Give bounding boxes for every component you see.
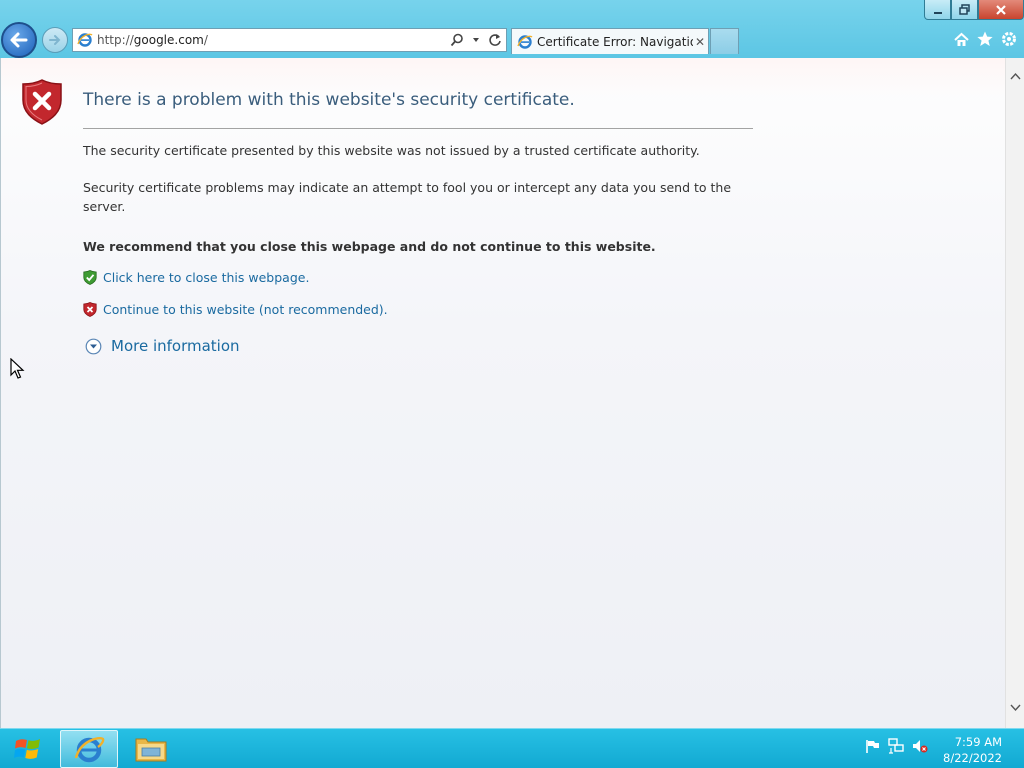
continue-to-website-link[interactable]: Continue to this website (not recommende… (83, 302, 388, 317)
home-icon (953, 32, 969, 46)
clock-time: 7:59 AM (954, 735, 1002, 749)
green-shield-check-icon (83, 270, 97, 285)
network-icon (888, 738, 904, 754)
security-error-shield-icon (22, 79, 62, 125)
taskbar-file-explorer[interactable] (124, 730, 178, 768)
address-bar[interactable]: http://google.com/ (72, 28, 507, 52)
tab-title: Certificate Error: Navigation... (537, 34, 693, 49)
network-button[interactable] (888, 738, 904, 754)
browser-toolbar: http://google.com/ Certificate Error: Na… (0, 0, 1024, 58)
continue-to-website-link-text[interactable]: Continue to this website (not recommende… (103, 302, 388, 317)
taskbar: 7:59 AM 8/22/2022 (0, 728, 1024, 768)
action-center-flag-icon (865, 739, 879, 753)
red-shield-x-icon (83, 302, 97, 317)
volume-muted-icon (913, 740, 928, 753)
back-arrow-icon (10, 32, 28, 48)
volume-button[interactable] (912, 738, 928, 754)
search-button[interactable] (449, 32, 465, 48)
address-dropdown-button[interactable] (468, 32, 484, 48)
refresh-icon (489, 34, 501, 46)
back-button[interactable] (1, 22, 37, 58)
close-window-button[interactable] (978, 0, 1024, 20)
mouse-pointer-icon (10, 358, 25, 379)
more-information-toggle[interactable]: More information (85, 337, 240, 355)
close-icon (996, 4, 1006, 15)
scroll-up-arrow-icon[interactable] (1010, 72, 1021, 80)
system-tray (864, 738, 928, 754)
search-icon (450, 33, 463, 47)
url-prefix: http:// (97, 33, 134, 47)
clock-date: 8/22/2022 (943, 751, 1002, 765)
more-information-text[interactable]: More information (111, 337, 240, 355)
action-center-button[interactable] (864, 738, 880, 754)
expand-chevron-icon (85, 338, 102, 354)
scroll-down-arrow-icon[interactable] (1010, 704, 1021, 712)
certificate-issue-text: The security certificate presented by th… (83, 143, 700, 158)
ie-icon (517, 34, 533, 49)
restore-icon (959, 4, 970, 15)
page-title: There is a problem with this website's s… (83, 90, 575, 110)
vertical-scrollbar[interactable] (1005, 58, 1024, 728)
forward-arrow-icon (49, 35, 61, 45)
favorites-button[interactable] (976, 30, 994, 48)
url-suffix: / (203, 33, 208, 47)
url-domain: google.com (133, 33, 204, 47)
close-webpage-link[interactable]: Click here to close this webpage. (83, 270, 309, 285)
certificate-warning-text: Security certificate problems may indica… (83, 180, 732, 214)
tools-button[interactable] (1000, 30, 1018, 48)
favorites-star-icon (977, 31, 993, 46)
start-button[interactable] (8, 734, 48, 764)
taskbar-internet-explorer[interactable] (60, 730, 118, 768)
url-text[interactable]: http://google.com/ (97, 33, 449, 47)
ie-icon (77, 33, 93, 47)
tab-close-button[interactable]: ✕ (695, 35, 705, 49)
refresh-button[interactable] (487, 32, 503, 48)
tab-certificate-error[interactable]: Certificate Error: Navigation... ✕ (511, 28, 709, 54)
forward-button[interactable] (42, 27, 68, 53)
settings-gear-icon (1002, 32, 1016, 46)
taskbar-clock[interactable]: 7:59 AM 8/22/2022 (943, 734, 1002, 766)
home-button[interactable] (952, 30, 970, 48)
divider (83, 128, 753, 129)
ie-icon (74, 737, 105, 763)
minimize-button[interactable] (924, 0, 951, 20)
windows-logo-icon (14, 739, 40, 759)
recommendation-text: We recommend that you close this webpage… (83, 239, 656, 254)
restore-button[interactable] (951, 0, 978, 20)
folder-icon (135, 738, 167, 762)
window-controls (924, 0, 1024, 20)
dropdown-icon (473, 38, 479, 42)
command-icons (952, 30, 1018, 48)
page-content: There is a problem with this website's s… (0, 58, 1024, 728)
minimize-icon (933, 11, 942, 14)
new-tab-button[interactable] (710, 28, 739, 54)
close-webpage-link-text[interactable]: Click here to close this webpage. (103, 270, 309, 285)
